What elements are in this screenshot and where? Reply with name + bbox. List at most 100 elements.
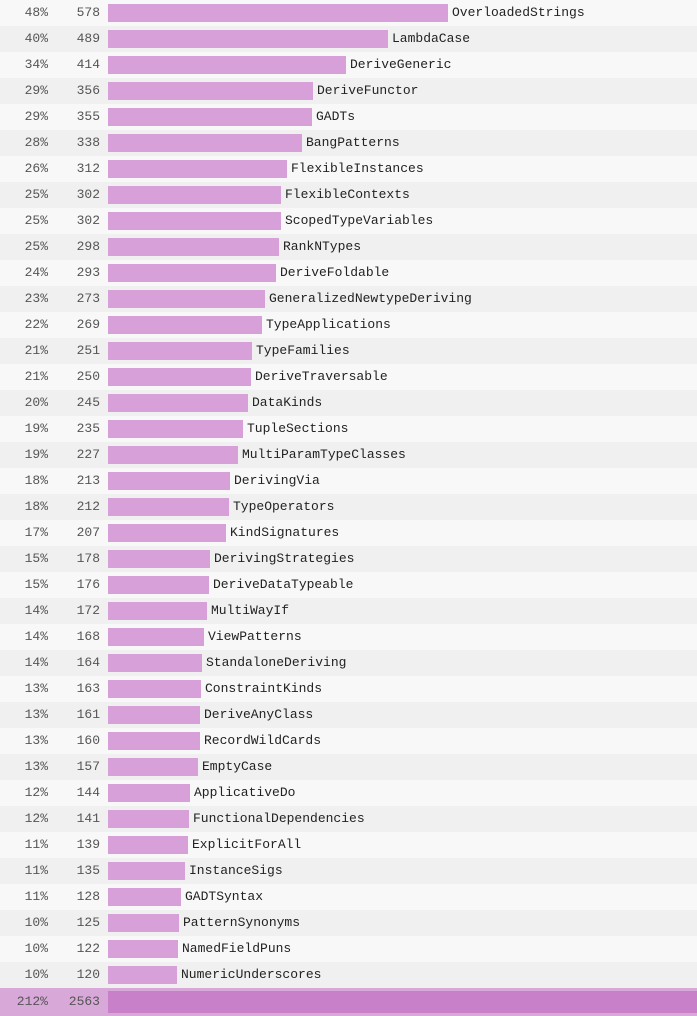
row-count: 245: [56, 395, 108, 410]
row-bar: [108, 82, 313, 100]
row-pct: 10%: [4, 967, 56, 982]
table-row: 13% 163 ConstraintKinds: [0, 676, 697, 702]
row-pct: 12%: [4, 785, 56, 800]
row-pct: 21%: [4, 343, 56, 358]
row-count: 227: [56, 447, 108, 462]
table-row: 22% 269 TypeApplications: [0, 312, 697, 338]
row-bar-label: ExplicitForAll: [108, 836, 693, 854]
row-pct: 13%: [4, 707, 56, 722]
row-bar-label: ApplicativeDo: [108, 784, 693, 802]
row-bar-label: MultiWayIf: [108, 602, 693, 620]
row-name: DeriveFoldable: [280, 265, 389, 280]
row-count: 269: [56, 317, 108, 332]
table-row: 24% 293 DeriveFoldable: [0, 260, 697, 286]
row-bar-label: PatternSynonyms: [108, 914, 693, 932]
row-bar: [108, 680, 201, 698]
row-pct: 18%: [4, 473, 56, 488]
row-count: 157: [56, 759, 108, 774]
row-bar: [108, 368, 251, 386]
table-row: 14% 164 StandaloneDeriving: [0, 650, 697, 676]
row-bar-label: ViewPatterns: [108, 628, 693, 646]
row-bar-label: GeneralizedNewtypeDeriving: [108, 290, 693, 308]
row-pct: 24%: [4, 265, 56, 280]
row-count: 251: [56, 343, 108, 358]
row-bar: [108, 810, 189, 828]
row-count: 302: [56, 213, 108, 228]
other-row: 212% 2563 Other: [0, 988, 697, 1016]
row-pct: 19%: [4, 447, 56, 462]
row-count: 298: [56, 239, 108, 254]
table-row: 18% 212 TypeOperators: [0, 494, 697, 520]
table-row: 11% 135 InstanceSigs: [0, 858, 697, 884]
row-bar: [108, 862, 185, 880]
row-count: 122: [56, 941, 108, 956]
row-bar: [108, 186, 281, 204]
row-pct: 13%: [4, 759, 56, 774]
row-bar-label: GADTs: [108, 108, 693, 126]
row-pct: 15%: [4, 551, 56, 566]
row-bar-label: DeriveFunctor: [108, 82, 693, 100]
row-count: 128: [56, 889, 108, 904]
row-bar: [108, 914, 179, 932]
row-count: 141: [56, 811, 108, 826]
row-bar: [108, 420, 243, 438]
row-pct: 11%: [4, 889, 56, 904]
table-row: 40% 489 LambdaCase: [0, 26, 697, 52]
row-pct: 29%: [4, 109, 56, 124]
row-pct: 11%: [4, 837, 56, 852]
row-name: ViewPatterns: [208, 629, 302, 644]
row-bar: [108, 524, 226, 542]
table-row: 48% 578 OverloadedStrings: [0, 0, 697, 26]
row-name: PatternSynonyms: [183, 915, 300, 930]
table-row: 15% 178 DerivingStrategies: [0, 546, 697, 572]
row-name: KindSignatures: [230, 525, 339, 540]
row-bar: [108, 628, 204, 646]
row-name: EmptyCase: [202, 759, 272, 774]
row-bar: [108, 784, 190, 802]
row-count: 139: [56, 837, 108, 852]
row-pct: 20%: [4, 395, 56, 410]
row-name: OverloadedStrings: [452, 5, 585, 20]
row-pct: 25%: [4, 187, 56, 202]
table-row: 11% 139 ExplicitForAll: [0, 832, 697, 858]
table-row: 21% 251 TypeFamilies: [0, 338, 697, 364]
row-bar-label: DerivingStrategies: [108, 550, 693, 568]
row-bar-label: RecordWildCards: [108, 732, 693, 750]
row-name: DerivingVia: [234, 473, 320, 488]
row-name: TypeFamilies: [256, 343, 350, 358]
row-bar-label: DeriveDataTypeable: [108, 576, 693, 594]
table-row: 21% 250 DeriveTraversable: [0, 364, 697, 390]
table-row: 12% 144 ApplicativeDo: [0, 780, 697, 806]
table-row: 19% 227 MultiParamTypeClasses: [0, 442, 697, 468]
row-name: FlexibleInstances: [291, 161, 424, 176]
row-bar: [108, 160, 287, 178]
row-name: ConstraintKinds: [205, 681, 322, 696]
table-row: 13% 160 RecordWildCards: [0, 728, 697, 754]
row-count: 293: [56, 265, 108, 280]
row-count: 414: [56, 57, 108, 72]
row-bar-label: TypeApplications: [108, 316, 693, 334]
row-count: 213: [56, 473, 108, 488]
row-pct: 19%: [4, 421, 56, 436]
row-pct: 48%: [4, 5, 56, 20]
table-row: 25% 302 FlexibleContexts: [0, 182, 697, 208]
row-pct: 18%: [4, 499, 56, 514]
row-bar: [108, 940, 178, 958]
other-bar-label: Other: [108, 991, 697, 1013]
row-pct: 14%: [4, 655, 56, 670]
row-count: 250: [56, 369, 108, 384]
row-count: 125: [56, 915, 108, 930]
row-bar: [108, 966, 177, 984]
row-count: 356: [56, 83, 108, 98]
row-count: 355: [56, 109, 108, 124]
row-bar: [108, 706, 200, 724]
row-bar-label: NumericUnderscores: [108, 966, 693, 984]
table-row: 12% 141 FunctionalDependencies: [0, 806, 697, 832]
row-pct: 14%: [4, 629, 56, 644]
row-bar-label: InstanceSigs: [108, 862, 693, 880]
table-row: 19% 235 TupleSections: [0, 416, 697, 442]
row-bar-label: GADTSyntax: [108, 888, 693, 906]
row-count: 273: [56, 291, 108, 306]
other-bar: [108, 991, 697, 1013]
row-bar: [108, 4, 448, 22]
